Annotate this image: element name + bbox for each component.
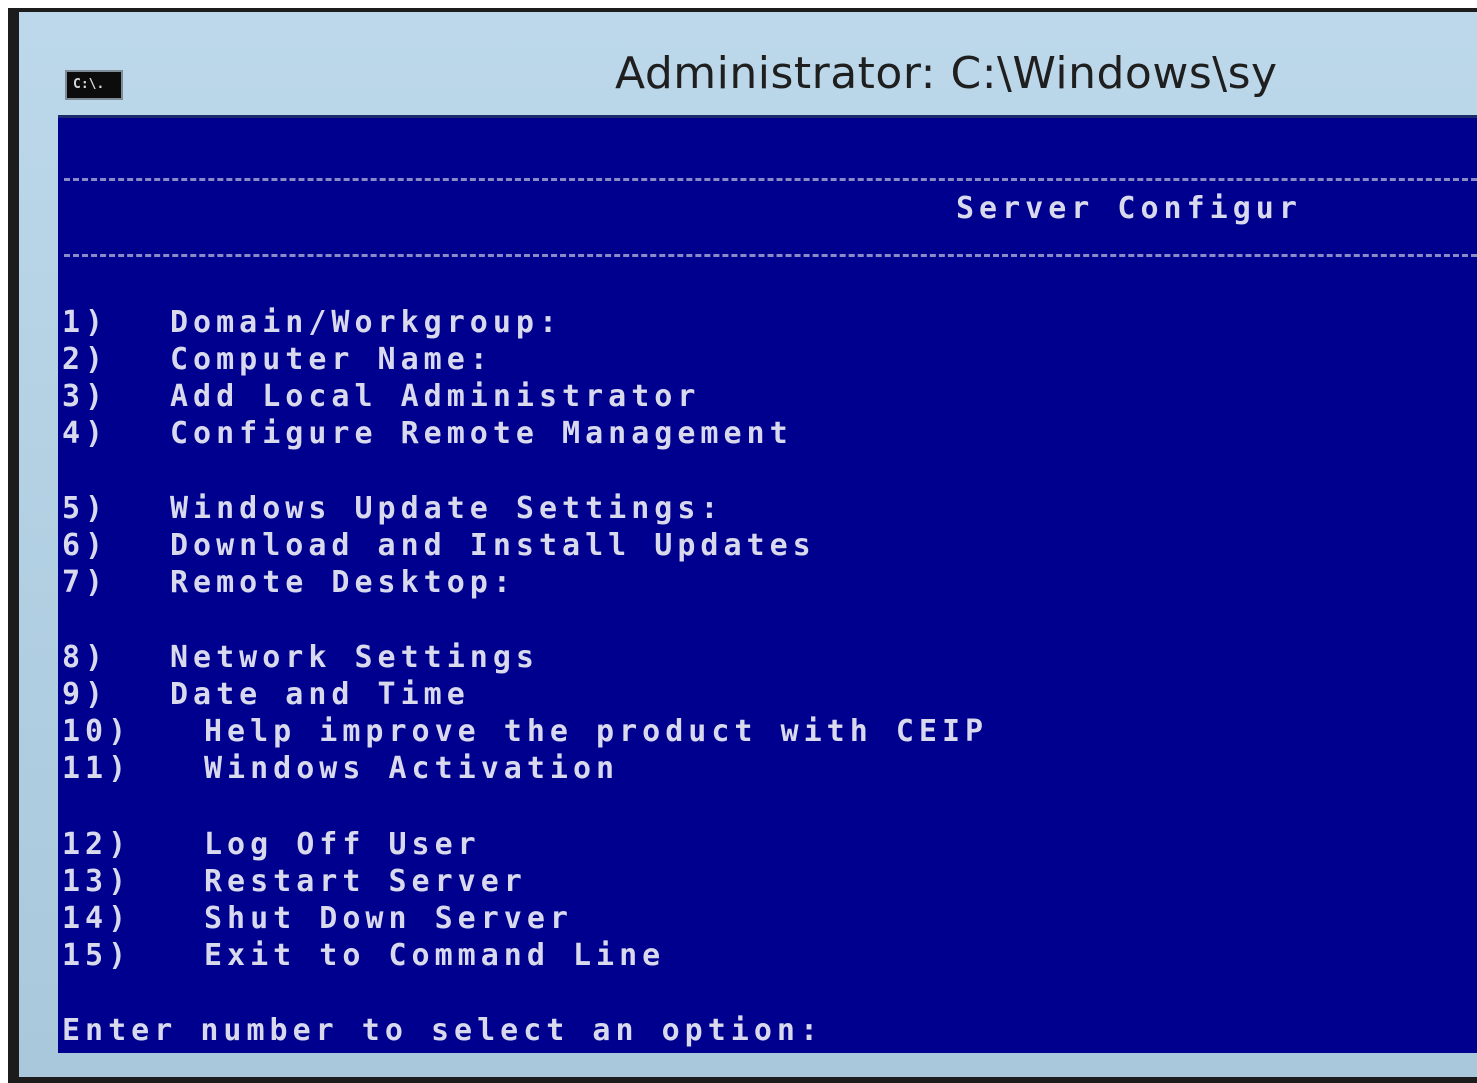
command-prompt[interactable]: Enter number to select an option: xyxy=(62,1014,823,1048)
menu-item-date-time[interactable]: 9) Date and Time xyxy=(62,677,465,712)
menu-item-label: Computer Name: xyxy=(170,342,493,377)
menu-item-number: 4) xyxy=(62,416,109,451)
menu-item-number: 1) xyxy=(62,305,109,340)
menu-item-download-updates[interactable]: 6) Download and Install Updates xyxy=(62,528,811,563)
menu-item-number: 3) xyxy=(62,379,109,414)
menu-item-add-local-admin[interactable]: 3) Add Local Administrator xyxy=(62,379,695,414)
menu-item-log-off[interactable]: 12) Log Off User xyxy=(62,827,476,862)
menu-item-label: Date and Time xyxy=(170,677,470,712)
menu-item-number: 11) xyxy=(62,751,132,786)
menu-item-label: Shut Down Server xyxy=(204,901,573,936)
window-title: Administrator: C:\Windows\sy xyxy=(615,48,1278,99)
menu-item-label: Network Settings xyxy=(170,640,539,675)
cmd-icon[interactable]: C:\. xyxy=(65,70,123,100)
menu-item-number: 2) xyxy=(62,342,109,377)
menu-item-label: Restart Server xyxy=(204,864,527,899)
menu-item-label: Download and Install Updates xyxy=(170,528,816,563)
menu-item-label: Log Off User xyxy=(204,827,481,862)
console-area[interactable]: Server Configur 1) Domain/Workgroup: 2) Co… xyxy=(58,115,1477,1053)
console-window: C:\. Administrator: C:\Windows\sy Server… xyxy=(8,8,1477,1083)
menu-item-number: 15) xyxy=(62,938,132,973)
menu-item-label: Configure Remote Management xyxy=(170,416,793,451)
menu-item-ceip[interactable]: 10) Help improve the product with CEIP xyxy=(62,714,983,749)
menu-item-label: Windows Activation xyxy=(204,751,620,786)
menu-item-restart-server[interactable]: 13) Restart Server xyxy=(62,864,522,899)
menu-item-label: Help improve the product with CEIP xyxy=(204,714,989,749)
menu-item-label: Remote Desktop: xyxy=(170,565,516,600)
menu-item-windows-update-settings[interactable]: 5) Windows Update Settings: xyxy=(62,491,718,526)
menu-item-number: 10) xyxy=(62,714,132,749)
menu-item-windows-activation[interactable]: 11) Windows Activation xyxy=(62,751,614,786)
title-bar[interactable]: C:\. Administrator: C:\Windows\sy xyxy=(19,12,1477,116)
menu-item-exit-command-line[interactable]: 15) Exit to Command Line xyxy=(62,938,660,973)
menu-item-label: Add Local Administrator xyxy=(170,379,701,414)
menu-item-remote-desktop[interactable]: 7) Remote Desktop: xyxy=(62,565,511,600)
separator-bottom xyxy=(64,254,1477,257)
menu-item-number: 12) xyxy=(62,827,132,862)
menu-item-label: Exit to Command Line xyxy=(204,938,666,973)
window-frame: C:\. Administrator: C:\Windows\sy Server… xyxy=(19,12,1477,1077)
menu-item-remote-management[interactable]: 4) Configure Remote Management xyxy=(62,416,788,451)
menu-item-computer-name[interactable]: 2) Computer Name: xyxy=(62,342,488,377)
menu-item-shut-down[interactable]: 14) Shut Down Server xyxy=(62,901,568,936)
menu-item-number: 9) xyxy=(62,677,109,712)
menu-item-number: 8) xyxy=(62,640,109,675)
menu-item-label: Windows Update Settings: xyxy=(170,491,724,526)
menu-item-number: 5) xyxy=(62,491,109,526)
menu-item-number: 7) xyxy=(62,565,109,600)
menu-item-network-settings[interactable]: 8) Network Settings xyxy=(62,640,534,675)
menu-item-number: 14) xyxy=(62,901,132,936)
menu-item-number: 13) xyxy=(62,864,132,899)
menu-item-domain-workgroup[interactable]: 1) Domain/Workgroup: xyxy=(62,305,557,340)
console-header: Server Configur xyxy=(956,191,1302,226)
separator-top xyxy=(64,178,1477,181)
menu-item-label: Domain/Workgroup: xyxy=(170,305,563,340)
menu-item-number: 6) xyxy=(62,528,109,563)
